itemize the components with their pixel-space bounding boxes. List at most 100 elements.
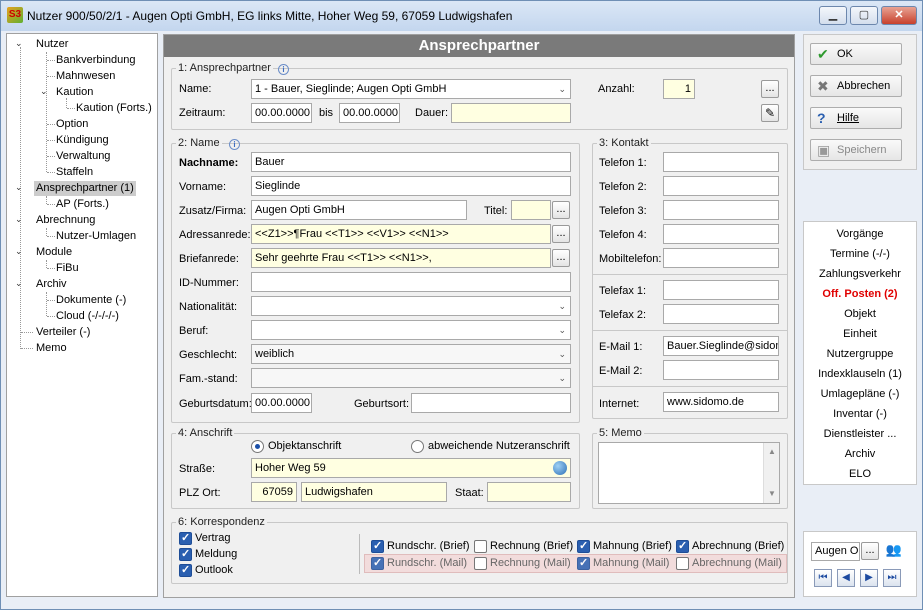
email1-field[interactable]: Bauer.Sieglinde@sidom bbox=[663, 336, 779, 356]
zusatz-field[interactable]: Augen Opti GmbH bbox=[251, 200, 467, 220]
nutzeranschrift-radio[interactable] bbox=[411, 440, 424, 453]
abrechnung-brief-checkbox[interactable] bbox=[676, 539, 689, 553]
nav-zahlungsverkehr[interactable]: Zahlungsverkehr bbox=[804, 268, 916, 280]
nav-vorgaenge[interactable]: Vorgänge bbox=[804, 228, 916, 240]
memo-scrollbar[interactable]: ▲ ▼ bbox=[763, 443, 779, 503]
objektanschrift-radio[interactable] bbox=[251, 440, 264, 453]
nav-umlageplaene[interactable]: Umlagepläne (-) bbox=[804, 388, 916, 400]
telefon2-field[interactable] bbox=[663, 176, 779, 196]
tree-item-ansprechpartner[interactable]: Ansprechpartner (1) bbox=[34, 181, 136, 196]
abrechnung-mail-checkbox[interactable] bbox=[676, 557, 689, 570]
tree-item-nutzer[interactable]: Nutzer bbox=[36, 37, 68, 52]
abrechnung-mail-label: Abrechnung (Mail) bbox=[692, 557, 782, 569]
first-record-icon[interactable]: ⏮ bbox=[814, 569, 832, 587]
ok-button[interactable]: ✔ OK bbox=[810, 43, 902, 65]
next-record-icon[interactable]: ▶ bbox=[860, 569, 878, 587]
internet-field[interactable]: www.sidomo.de bbox=[663, 392, 779, 412]
record-search-field[interactable]: Augen O bbox=[811, 542, 860, 561]
collapse-toggle-icon[interactable]: ⌄ bbox=[15, 182, 23, 193]
nav-nutzergruppe[interactable]: Nutzergruppe bbox=[804, 348, 916, 360]
vertrag-checkbox[interactable] bbox=[179, 531, 192, 545]
collapse-toggle-icon[interactable]: ⌄ bbox=[15, 246, 23, 257]
tree-item-kaution-forts[interactable]: Kaution (Forts.) bbox=[76, 101, 152, 116]
globe-icon[interactable] bbox=[553, 461, 567, 475]
rundschr-brief-checkbox[interactable] bbox=[371, 539, 384, 553]
tree-item-module[interactable]: Module bbox=[36, 245, 72, 260]
briefanrede-more-button[interactable]: ... bbox=[552, 249, 570, 267]
tree-item-bankverbindung[interactable]: Bankverbindung bbox=[56, 53, 136, 68]
geburtsdatum-field[interactable]: 00.00.0000 bbox=[251, 393, 312, 413]
mobil-field[interactable] bbox=[663, 248, 779, 268]
tree-item-fibu[interactable]: FiBu bbox=[56, 261, 79, 276]
email2-field[interactable] bbox=[663, 360, 779, 380]
nav-indexklauseln[interactable]: Indexklauseln (1) bbox=[804, 368, 916, 380]
tree-item-memo[interactable]: Memo bbox=[36, 341, 67, 356]
beruf-select[interactable]: ⌄ bbox=[251, 320, 571, 340]
geburtsort-field[interactable] bbox=[411, 393, 571, 413]
nav-dienstleister[interactable]: Dienstleister ... bbox=[804, 428, 916, 440]
users-icon[interactable]: 👥 bbox=[884, 542, 904, 561]
record-search-button[interactable]: ... bbox=[861, 542, 879, 560]
rechnung-brief-checkbox[interactable] bbox=[474, 540, 487, 553]
help-button[interactable]: ? Hilfe bbox=[810, 107, 902, 129]
nav-objekt[interactable]: Objekt bbox=[804, 308, 916, 320]
nationalitaet-select[interactable]: ⌄ bbox=[251, 296, 571, 316]
maximize-button[interactable]: ▢ bbox=[850, 6, 878, 25]
collapse-toggle-icon[interactable]: ⌄ bbox=[15, 38, 23, 49]
tree-item-abrechnung[interactable]: Abrechnung bbox=[36, 213, 95, 228]
info-icon[interactable]: i bbox=[229, 139, 240, 150]
mahnung-brief-checkbox[interactable] bbox=[577, 539, 590, 553]
tree-item-kaution[interactable]: Kaution bbox=[56, 85, 93, 100]
minimize-button[interactable]: ▁ bbox=[819, 6, 847, 25]
previous-record-icon[interactable]: ◀ bbox=[837, 569, 855, 587]
collapse-toggle-icon[interactable]: ⌄ bbox=[40, 86, 48, 97]
last-record-icon[interactable]: ⏭ bbox=[883, 569, 901, 587]
titel-more-button[interactable]: ... bbox=[552, 201, 570, 219]
nav-elo[interactable]: ELO bbox=[804, 468, 916, 480]
memo-textarea[interactable] bbox=[598, 442, 780, 504]
vorname-field[interactable]: Sieglinde bbox=[251, 176, 571, 196]
save-button[interactable]: ▣ Speichern bbox=[810, 139, 902, 161]
tree-item-verwaltung[interactable]: Verwaltung bbox=[56, 149, 110, 164]
nachname-field[interactable]: Bauer bbox=[251, 152, 571, 172]
nav-archiv[interactable]: Archiv bbox=[804, 448, 916, 460]
close-button[interactable]: ✕ bbox=[881, 6, 917, 25]
tree-item-kuendigung[interactable]: Kündigung bbox=[56, 133, 109, 148]
telefax2-field[interactable] bbox=[663, 304, 779, 324]
mahnung-mail-checkbox[interactable] bbox=[577, 556, 590, 570]
notes-icon[interactable]: ✎ bbox=[761, 104, 779, 122]
telefon4-field[interactable] bbox=[663, 224, 779, 244]
tree-item-verteiler[interactable]: Verteiler (-) bbox=[36, 325, 90, 340]
telefon1-field[interactable] bbox=[663, 152, 779, 172]
telefax1-field[interactable] bbox=[663, 280, 779, 300]
telefon3-field[interactable] bbox=[663, 200, 779, 220]
nav-inventar[interactable]: Inventar (-) bbox=[804, 408, 916, 420]
outlook-checkbox[interactable] bbox=[179, 563, 192, 577]
more-button[interactable]: ... bbox=[761, 80, 779, 98]
nav-termine[interactable]: Termine (-/-) bbox=[804, 248, 916, 260]
famstand-select[interactable]: ⌄ bbox=[251, 368, 571, 388]
nav-einheit[interactable]: Einheit bbox=[804, 328, 916, 340]
tree-item-archiv[interactable]: Archiv bbox=[36, 277, 67, 292]
meldung-checkbox[interactable] bbox=[179, 547, 192, 561]
cancel-button[interactable]: ✖ Abbrechen bbox=[810, 75, 902, 97]
tree-item-ap-forts[interactable]: AP (Forts.) bbox=[56, 197, 109, 212]
tree-item-mahnwesen[interactable]: Mahnwesen bbox=[56, 69, 115, 84]
rechnung-mail-checkbox[interactable] bbox=[474, 557, 487, 570]
geschlecht-select[interactable]: weiblich ⌄ bbox=[251, 344, 571, 364]
tree-item-nutzer-umlagen[interactable]: Nutzer-Umlagen bbox=[56, 229, 136, 244]
tree-item-cloud[interactable]: Cloud (-/-/-/-) bbox=[56, 309, 119, 324]
collapse-toggle-icon[interactable]: ⌄ bbox=[15, 214, 23, 225]
tree-item-dokumente[interactable]: Dokumente (-) bbox=[56, 293, 126, 308]
contact-select[interactable]: 1 - Bauer, Sieglinde; Augen Opti GmbH ⌄ bbox=[251, 79, 571, 99]
zeitraum-from-field[interactable]: 00.00.0000 bbox=[251, 103, 312, 123]
info-icon[interactable]: i bbox=[278, 64, 289, 75]
zeitraum-to-field[interactable]: 00.00.0000 bbox=[339, 103, 400, 123]
nav-off-posten[interactable]: Off. Posten (2) bbox=[804, 288, 916, 300]
adressanrede-more-button[interactable]: ... bbox=[552, 225, 570, 243]
tree-item-staffeln[interactable]: Staffeln bbox=[56, 165, 93, 180]
collapse-toggle-icon[interactable]: ⌄ bbox=[15, 278, 23, 289]
id-field[interactable] bbox=[251, 272, 571, 292]
tree-item-option[interactable]: Option bbox=[56, 117, 88, 132]
rundschr-mail-checkbox[interactable] bbox=[371, 556, 384, 570]
